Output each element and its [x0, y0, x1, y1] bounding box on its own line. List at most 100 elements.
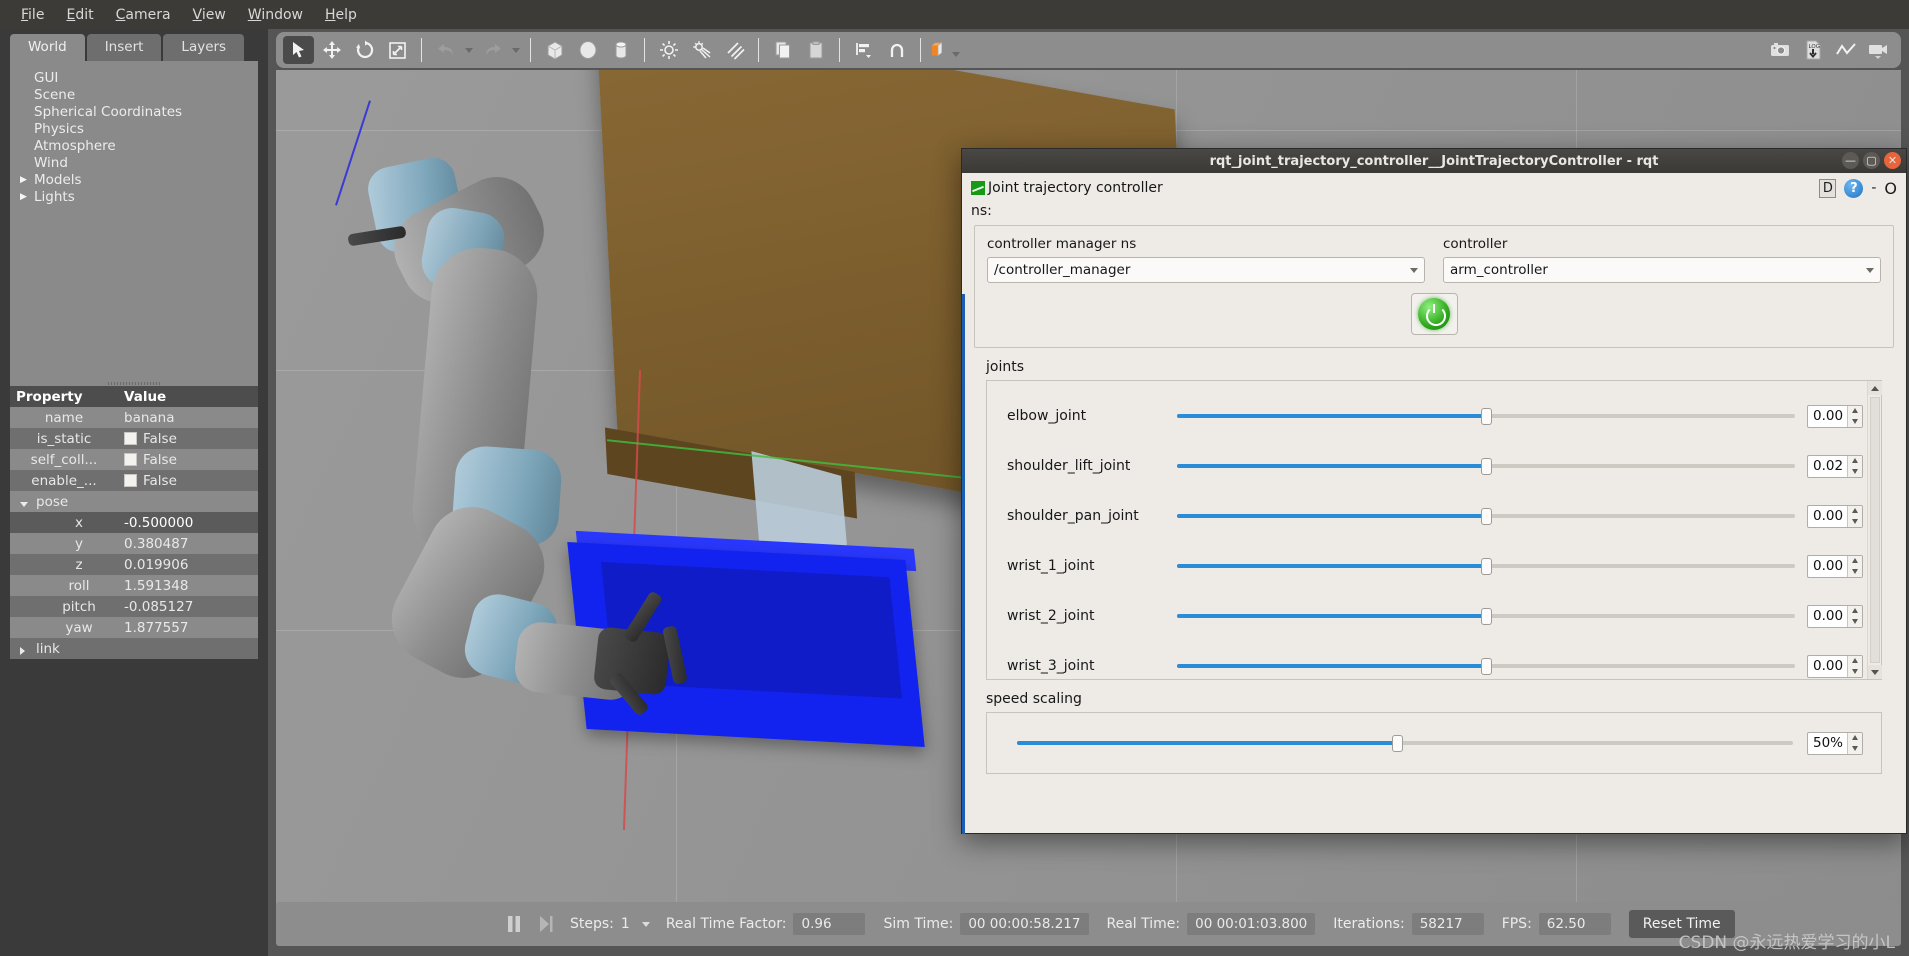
- undo-dropdown[interactable]: [462, 36, 476, 64]
- rotate-tool[interactable]: [349, 36, 380, 64]
- tree-item-atmosphere[interactable]: ▶Atmosphere: [10, 137, 258, 154]
- spinner-up[interactable]: [1848, 456, 1862, 467]
- spinner-arrows[interactable]: [1847, 605, 1862, 627]
- video-record-icon[interactable]: [1863, 36, 1894, 64]
- checkbox[interactable]: [124, 474, 137, 487]
- slider-handle[interactable]: [1481, 408, 1492, 425]
- spinner-up[interactable]: [1848, 406, 1862, 417]
- redo-button[interactable]: [477, 36, 508, 64]
- spot-light-button[interactable]: [686, 36, 717, 64]
- joint-spinbox-wrist-3[interactable]: 0.00: [1807, 654, 1863, 678]
- expand-arrow-icon[interactable]: [20, 646, 25, 655]
- speed-scaling-spinbox[interactable]: 50%: [1807, 731, 1863, 755]
- log-record-icon[interactable]: LOG: [1797, 36, 1828, 64]
- menu-view[interactable]: View: [182, 4, 237, 26]
- tree-item-spherical-coordinates[interactable]: ▶Spherical Coordinates: [10, 103, 258, 120]
- rqt-window[interactable]: rqt_joint_trajectory_controller__JointTr…: [961, 148, 1907, 834]
- joint-spinbox-shoulder-pan[interactable]: 0.00: [1807, 504, 1863, 528]
- checkbox[interactable]: [124, 453, 137, 466]
- undo-button[interactable]: [430, 36, 461, 64]
- table-row[interactable]: y 0.380487: [10, 533, 258, 554]
- translate-tool[interactable]: [316, 36, 347, 64]
- tab-insert[interactable]: Insert: [86, 34, 162, 61]
- tab-world[interactable]: World: [10, 34, 85, 61]
- spinner-arrows[interactable]: [1847, 555, 1862, 577]
- spinner-up[interactable]: [1848, 556, 1862, 567]
- scale-tool[interactable]: [382, 36, 413, 64]
- spinner-up[interactable]: [1848, 733, 1862, 744]
- insert-cylinder-button[interactable]: [605, 36, 636, 64]
- expand-arrow-icon[interactable]: ▶: [20, 192, 34, 202]
- joint-slider-shoulder-pan[interactable]: [1177, 506, 1795, 526]
- tree-item-scene[interactable]: ▶Scene: [10, 86, 258, 103]
- slider-handle[interactable]: [1481, 508, 1492, 525]
- tree-item-models[interactable]: ▶ Models: [10, 171, 258, 188]
- insert-sphere-button[interactable]: [572, 36, 603, 64]
- spinner-arrows[interactable]: [1847, 455, 1862, 477]
- joint-spinbox-shoulder-lift[interactable]: 0.02: [1807, 454, 1863, 478]
- spinner-down[interactable]: [1848, 666, 1862, 677]
- directional-light-button[interactable]: [719, 36, 750, 64]
- scroll-up-button[interactable]: [1867, 381, 1882, 395]
- table-row-link-group[interactable]: link: [10, 638, 258, 659]
- steps-value[interactable]: 1: [621, 916, 630, 932]
- minimize-plugin-icon[interactable]: -: [1871, 180, 1876, 196]
- slider-handle[interactable]: [1481, 558, 1492, 575]
- table-row-pose-group[interactable]: pose: [10, 491, 258, 512]
- spinner-up[interactable]: [1848, 656, 1862, 667]
- spinner-down[interactable]: [1848, 616, 1862, 627]
- scroll-down-button[interactable]: [1867, 665, 1882, 679]
- point-light-button[interactable]: [653, 36, 684, 64]
- close-plugin-icon[interactable]: O: [1884, 179, 1897, 198]
- select-arrow-tool[interactable]: [283, 36, 314, 64]
- snap-button[interactable]: [881, 36, 912, 64]
- collapse-arrow-icon[interactable]: [20, 501, 28, 510]
- minimize-button[interactable]: —: [1842, 152, 1859, 169]
- spinner-down[interactable]: [1848, 416, 1862, 427]
- pause-button[interactable]: [506, 914, 522, 934]
- speed-scaling-slider[interactable]: [1017, 733, 1793, 753]
- menu-help[interactable]: Help: [314, 4, 368, 26]
- close-button[interactable]: ✕: [1884, 152, 1901, 169]
- table-row[interactable]: pitch -0.085127: [10, 596, 258, 617]
- spinner-up[interactable]: [1848, 506, 1862, 517]
- scrollbar-thumb[interactable]: [1869, 397, 1880, 663]
- joint-slider-elbow[interactable]: [1177, 406, 1795, 426]
- spinner-arrows[interactable]: [1847, 505, 1862, 527]
- spinner-up[interactable]: [1848, 606, 1862, 617]
- table-row[interactable]: x -0.500000: [10, 512, 258, 533]
- table-row[interactable]: enable_... False: [10, 470, 258, 491]
- checkbox[interactable]: [124, 432, 137, 445]
- tab-layers[interactable]: Layers: [163, 34, 245, 61]
- table-row[interactable]: z 0.019906: [10, 554, 258, 575]
- slider-handle[interactable]: [1392, 735, 1404, 752]
- menu-camera[interactable]: Camera: [105, 4, 182, 26]
- joint-spinbox-elbow[interactable]: 0.00: [1807, 404, 1863, 428]
- table-row[interactable]: roll 1.591348: [10, 575, 258, 596]
- spinner-down[interactable]: [1848, 743, 1862, 754]
- slider-handle[interactable]: [1481, 458, 1492, 475]
- slider-handle[interactable]: [1481, 608, 1492, 625]
- tree-item-wind[interactable]: ▶Wind: [10, 154, 258, 171]
- plot-icon[interactable]: [1830, 36, 1861, 64]
- joint-spinbox-wrist-2[interactable]: 0.00: [1807, 604, 1863, 628]
- joint-slider-shoulder-lift[interactable]: [1177, 456, 1795, 476]
- spinner-arrows[interactable]: [1847, 732, 1862, 754]
- table-row[interactable]: yaw 1.877557: [10, 617, 258, 638]
- tree-item-gui[interactable]: ▶GUI: [10, 69, 258, 86]
- joint-slider-wrist-3[interactable]: [1177, 656, 1795, 676]
- joint-spinbox-wrist-1[interactable]: 0.00: [1807, 554, 1863, 578]
- insert-box-button[interactable]: [539, 36, 570, 64]
- table-row[interactable]: self_coll... False: [10, 449, 258, 470]
- menu-edit[interactable]: Edit: [55, 4, 104, 26]
- menu-file[interactable]: File: [10, 4, 55, 26]
- spinner-arrows[interactable]: [1847, 655, 1862, 677]
- tree-item-lights[interactable]: ▶ Lights: [10, 188, 258, 205]
- steps-dropdown-icon[interactable]: [641, 921, 650, 927]
- view-mode-button[interactable]: [929, 36, 960, 64]
- enable-controller-button[interactable]: [1410, 293, 1458, 335]
- step-button[interactable]: [538, 914, 554, 934]
- spinner-arrows[interactable]: [1847, 405, 1862, 427]
- joint-slider-wrist-2[interactable]: [1177, 606, 1795, 626]
- spinner-down[interactable]: [1848, 466, 1862, 477]
